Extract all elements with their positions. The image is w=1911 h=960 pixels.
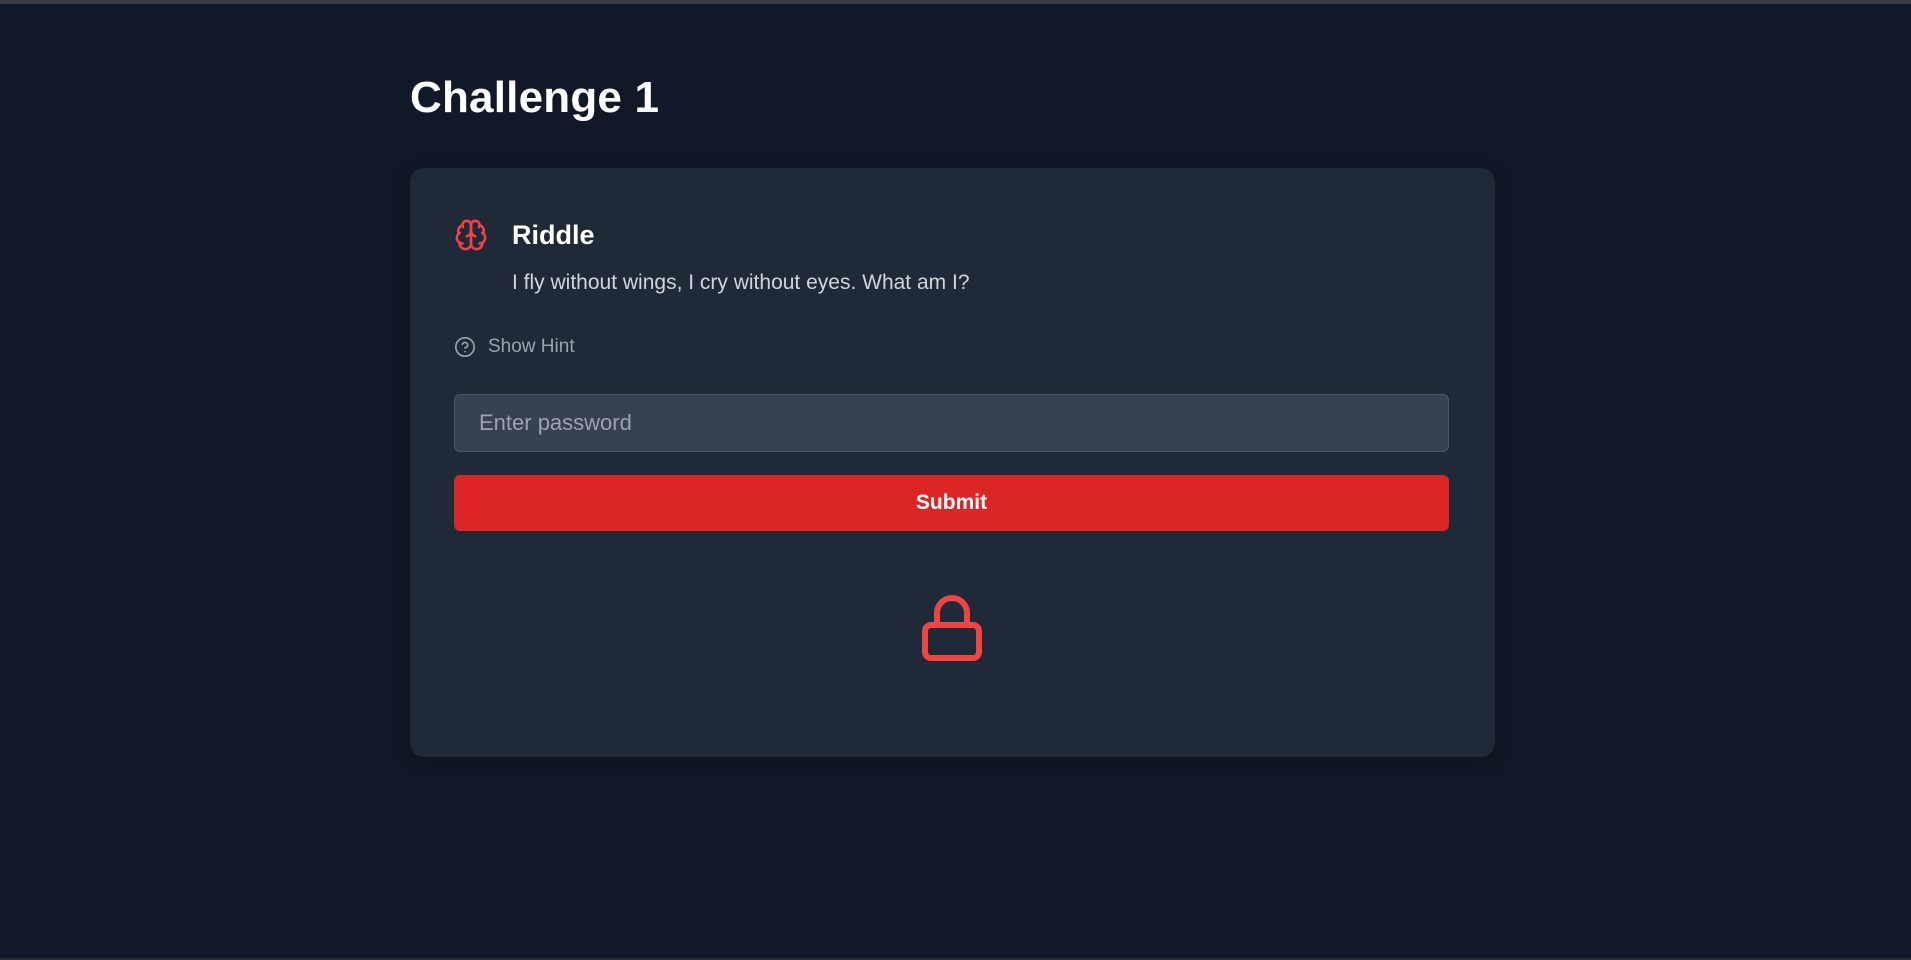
brain-icon xyxy=(455,219,487,251)
password-input[interactable] xyxy=(454,394,1449,452)
riddle-text: I fly without wings, I cry without eyes.… xyxy=(512,271,970,294)
lock-icon xyxy=(922,595,982,661)
challenge-card: Riddle I fly without wings, I cry withou… xyxy=(410,168,1495,757)
show-hint-button[interactable]: Show Hint xyxy=(454,332,575,362)
riddle-heading: Riddle xyxy=(512,220,595,250)
help-circle-icon xyxy=(455,337,475,357)
show-hint-label: Show Hint xyxy=(488,336,575,357)
submit-button[interactable]: Submit xyxy=(454,475,1449,531)
page-title: Challenge 1 xyxy=(410,73,660,122)
window-top-border xyxy=(0,0,1911,4)
